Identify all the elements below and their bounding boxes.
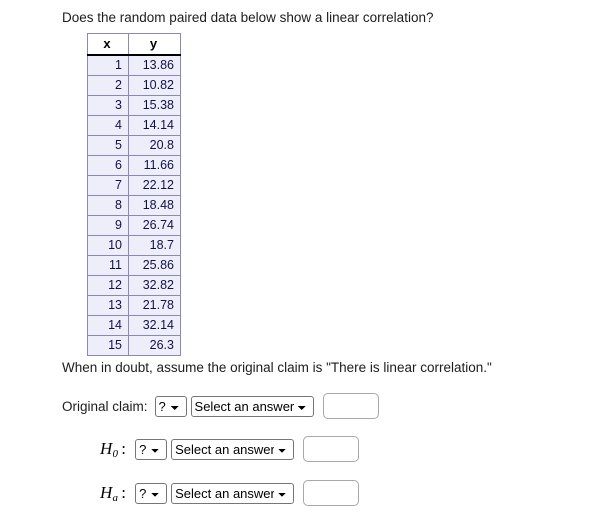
column-header-y: y xyxy=(128,33,181,56)
table-row: 1 13.86 xyxy=(87,54,181,76)
cell-y: 18.7 xyxy=(128,235,181,256)
original-claim-row: Original claim: ? Select an answer xyxy=(62,393,379,419)
assumption-note: When in doubt, assume the original claim… xyxy=(62,360,492,375)
alternative-hypothesis-value-input[interactable] xyxy=(303,480,360,506)
cell-x: 3 xyxy=(87,95,129,116)
cell-x: 8 xyxy=(87,195,129,216)
table-row: 7 22.12 xyxy=(87,175,181,196)
alternative-hypothesis-answer-select[interactable]: Select an answer xyxy=(171,482,295,504)
null-hypothesis-row: H0: ? Select an answer xyxy=(100,436,360,462)
table-row: 4 14.14 xyxy=(87,115,181,136)
table-row: 3 15.38 xyxy=(87,95,181,116)
alternative-hypothesis-symbol-select[interactable]: ? xyxy=(135,482,168,504)
cell-x: 4 xyxy=(87,115,129,136)
table-row: 11 25.86 xyxy=(87,255,181,276)
cell-y: 26.74 xyxy=(128,215,181,236)
alternative-hypothesis-row: Ha: ? Select an answer xyxy=(100,480,360,506)
table-row: 9 26.74 xyxy=(87,215,181,236)
h0-symbol: H xyxy=(100,439,113,458)
cell-y: 13.86 xyxy=(128,54,181,76)
cell-x: 5 xyxy=(87,135,129,156)
null-hypothesis-symbol-select[interactable]: ? xyxy=(135,438,168,460)
cell-x: 10 xyxy=(87,235,129,256)
cell-y: 10.82 xyxy=(128,75,181,96)
cell-x: 9 xyxy=(87,215,129,236)
null-hypothesis-label: H0: xyxy=(100,439,127,460)
table-body: 1 13.86 2 10.82 3 15.38 4 14.14 5 20.8 6 11.66 7 22.1… xyxy=(87,54,181,356)
ha-symbol: H xyxy=(100,483,113,502)
original-claim-symbol-select[interactable]: ? xyxy=(154,395,187,417)
cell-y: 14.14 xyxy=(128,115,181,136)
table-row: 12 32.82 xyxy=(87,275,181,296)
cell-y: 32.14 xyxy=(128,315,181,336)
cell-y: 25.86 xyxy=(128,255,181,276)
original-claim-answer-select[interactable]: Select an answer xyxy=(190,395,314,417)
cell-x: 11 xyxy=(87,255,129,276)
column-header-x: x xyxy=(87,33,129,56)
null-hypothesis-answer-select[interactable]: Select an answer xyxy=(171,438,295,460)
original-claim-label: Original claim: xyxy=(62,398,148,414)
cell-x: 12 xyxy=(87,275,129,296)
table-row: 5 20.8 xyxy=(87,135,181,156)
cell-y: 21.78 xyxy=(128,295,181,316)
data-table-container: x y 1 13.86 2 10.82 3 15.38 4 14.14 5 20.8 6 11.66 7… xyxy=(87,33,181,356)
exercise-page: Does the random paired data below show a… xyxy=(0,0,616,514)
paired-data-table: x y 1 13.86 2 10.82 3 15.38 4 14.14 5 20.8 6 11.66 7… xyxy=(87,33,181,356)
h0-colon: : xyxy=(121,439,127,458)
table-row: 15 26.3 xyxy=(87,335,181,356)
cell-y: 22.12 xyxy=(128,175,181,196)
alternative-hypothesis-label: Ha: xyxy=(100,483,127,504)
table-row: 2 10.82 xyxy=(87,75,181,96)
cell-x: 7 xyxy=(87,175,129,196)
table-header-row: x y xyxy=(87,33,181,56)
cell-y: 15.38 xyxy=(128,95,181,116)
h0-subscript: 0 xyxy=(112,448,119,460)
cell-x: 1 xyxy=(87,54,129,76)
null-hypothesis-value-input[interactable] xyxy=(303,436,360,462)
cell-x: 14 xyxy=(87,315,129,336)
cell-y: 32.82 xyxy=(128,275,181,296)
cell-y: 20.8 xyxy=(128,135,181,156)
original-claim-value-input[interactable] xyxy=(322,393,379,419)
table-row: 8 18.48 xyxy=(87,195,181,216)
ha-subscript: a xyxy=(112,492,119,504)
table-row: 6 11.66 xyxy=(87,155,181,176)
cell-y: 18.48 xyxy=(128,195,181,216)
cell-x: 6 xyxy=(87,155,129,176)
table-row: 10 18.7 xyxy=(87,235,181,256)
cell-x: 15 xyxy=(87,335,129,356)
ha-colon: : xyxy=(121,483,127,502)
cell-y: 26.3 xyxy=(128,335,181,356)
table-row: 13 21.78 xyxy=(87,295,181,316)
question-prompt: Does the random paired data below show a… xyxy=(62,10,434,25)
cell-x: 13 xyxy=(87,295,129,316)
cell-x: 2 xyxy=(87,75,129,96)
cell-y: 11.66 xyxy=(128,155,181,176)
table-row: 14 32.14 xyxy=(87,315,181,336)
